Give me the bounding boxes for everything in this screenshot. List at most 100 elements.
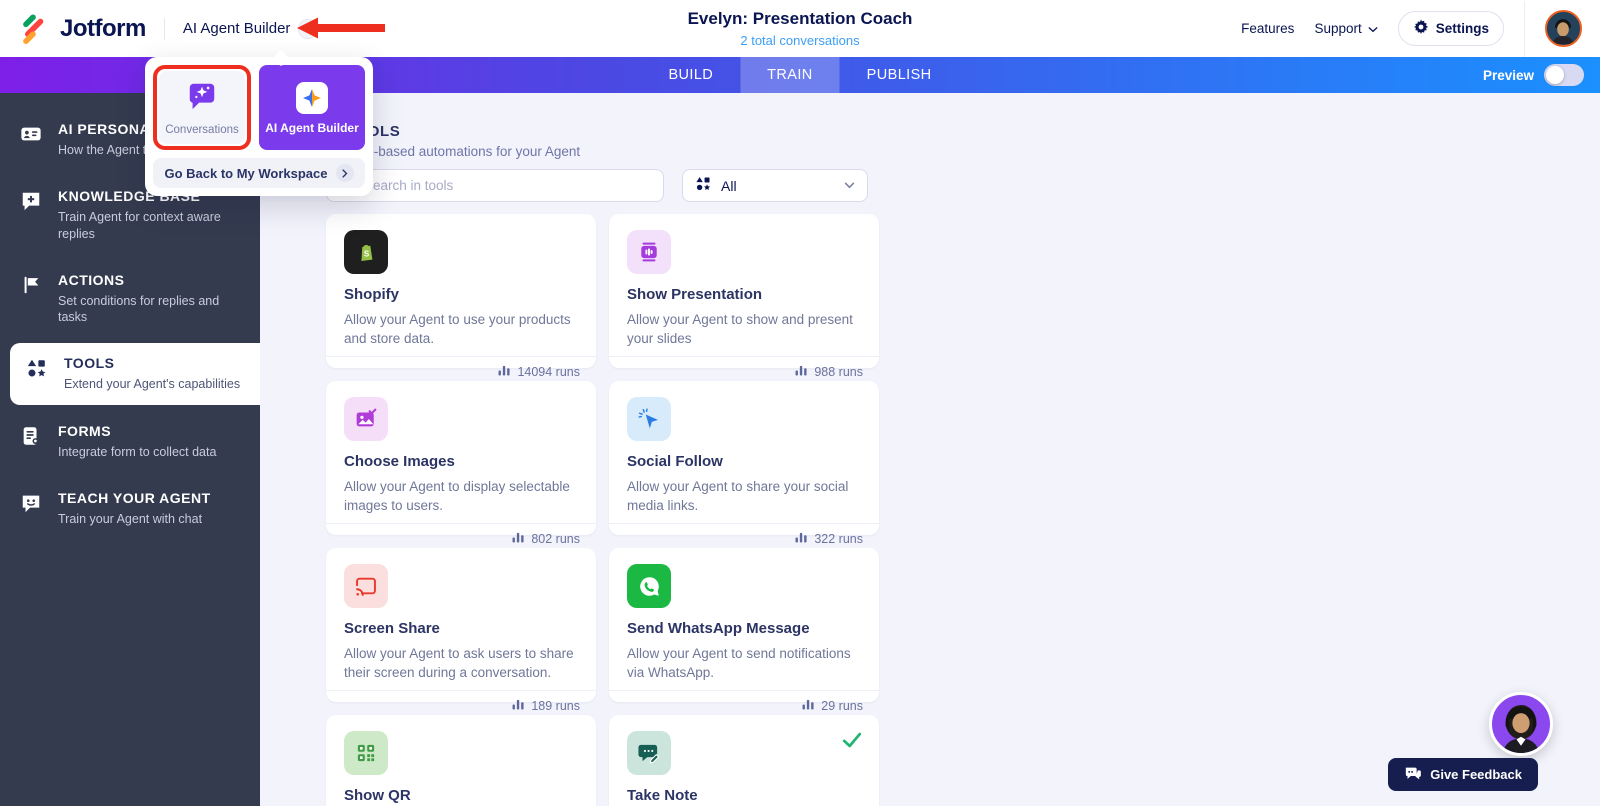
agent-title: Evelyn: Presentation Coach: [687, 9, 913, 28]
user-avatar[interactable]: [1545, 10, 1582, 47]
divider: [163, 17, 165, 40]
support-label: Support: [1314, 21, 1362, 36]
conversations-icon: [186, 80, 218, 117]
give-feedback-button[interactable]: Give Feedback: [1388, 758, 1538, 791]
feedback-chat-icon: [1404, 766, 1422, 784]
tool-card-shopify[interactable]: S Shopify Allow your Agent to use your pro…: [326, 214, 596, 379]
tool-card-desc: Allow your Agent to send notifications v…: [627, 646, 851, 681]
tool-card-title: Show Presentation: [627, 286, 763, 303]
svg-text:S: S: [363, 249, 369, 258]
chatface-icon: [20, 490, 44, 527]
tool-card-social-follow[interactable]: Social Follow Allow your Agent to share y…: [609, 381, 879, 546]
tab-train[interactable]: TRAIN: [740, 57, 840, 93]
gear-icon: [1413, 19, 1429, 38]
sidebar-item-title: ACTIONS: [58, 271, 125, 288]
go-back-label: Go Back to My Workspace: [164, 165, 328, 181]
ai-agent-builder-icon: [296, 81, 328, 114]
give-feedback-label: Give Feedback: [1430, 767, 1522, 782]
menu-item-conversations[interactable]: Conversations: [159, 71, 245, 144]
builder-tabs: BUILD TRAIN PUBLISH: [641, 57, 958, 93]
chatplus-icon: [20, 188, 44, 242]
tab-publish[interactable]: PUBLISH: [840, 57, 959, 93]
tool-card-desc: Allow your Agent to display selectable i…: [344, 479, 570, 514]
chevron-down-icon: [844, 182, 855, 189]
top-header: Jotform AI Agent Builder Evelyn: Present…: [0, 0, 1600, 57]
note-icon: [627, 731, 671, 775]
tool-card-desc: Allow your Agent to ask users to share t…: [344, 646, 574, 681]
tool-card-show-presentation[interactable]: Show Presentation Allow your Agent to sho…: [609, 214, 879, 379]
menu-item-ai-agent-builder[interactable]: AI Agent Builder: [259, 65, 365, 150]
tool-card-screen-share[interactable]: Screen Share Allow your Agent to ask user…: [326, 548, 596, 713]
tool-card-title: Take Note: [627, 787, 698, 804]
go-back-workspace-button[interactable]: Go Back to My Workspace: [153, 158, 365, 188]
settings-button[interactable]: Settings: [1397, 11, 1504, 46]
runs-count: 988 runs: [814, 365, 863, 380]
tab-build[interactable]: BUILD: [641, 57, 740, 93]
sidebar-item-forms[interactable]: FORMS Integrate form to collect data: [0, 411, 260, 472]
tool-card-title: Shopify: [344, 286, 399, 303]
filter-selected-value: All: [721, 177, 737, 194]
search-input[interactable]: [364, 178, 651, 193]
agent-avatar[interactable]: [1489, 692, 1553, 756]
presentation-icon: [627, 230, 671, 274]
tool-card-choose-images[interactable]: Choose Images Allow your Agent to display…: [326, 381, 596, 546]
sidebar-item-desc: Set conditions for replies and tasks: [58, 293, 220, 324]
tool-card-title: Send WhatsApp Message: [627, 620, 810, 637]
features-link[interactable]: Features: [1241, 21, 1294, 36]
annotation-red-arrow: [297, 16, 385, 45]
category-filter-dropdown[interactable]: All: [682, 169, 868, 202]
divider: [1524, 0, 1525, 57]
form-icon: [20, 423, 44, 460]
bar-chart-icon: [512, 699, 525, 713]
sidebar-item-title: TEACH YOUR AGENT: [58, 489, 211, 506]
tools-subheading: Rule-based automations for your Agent: [346, 144, 581, 159]
screencast-icon: [344, 564, 388, 608]
qr-icon: [344, 731, 388, 775]
jotform-logo-icon[interactable]: [18, 13, 48, 44]
tools-heading: TOOLS: [346, 123, 401, 140]
whatsapp-icon: [627, 564, 671, 608]
sidebar-item-teach-your-agent[interactable]: TEACH YOUR AGENT Train your Agent with ch…: [0, 478, 260, 539]
chevron-down-icon: [1368, 21, 1378, 36]
bar-chart-icon: [802, 699, 815, 713]
tool-card-show-qr[interactable]: Show QR: [326, 715, 596, 806]
sidebar-item-title: FORMS: [58, 422, 112, 439]
chevron-right-icon: [335, 164, 354, 182]
annotation-red-box: Conversations: [153, 65, 251, 150]
app-switcher-label: AI Agent Builder: [182, 20, 291, 37]
sidebar-item-actions[interactable]: ACTIONS Set conditions for replies and ta…: [0, 260, 260, 338]
tool-card-take-note[interactable]: Take Note: [609, 715, 879, 806]
runs-count: 29 runs: [821, 699, 863, 714]
runs-count: 322 runs: [814, 532, 863, 547]
sidebar-item-tools[interactable]: TOOLS Extend your Agent's capabilities: [10, 343, 260, 405]
app-switcher-dropdown: Conversations AI Agent Builder Go Back t…: [145, 49, 373, 196]
runs-count: 802 runs: [531, 532, 580, 547]
tool-card-send-whatsapp-message[interactable]: Send WhatsApp Message Allow your Agent to…: [609, 548, 879, 713]
preview-toggle[interactable]: [1544, 64, 1584, 86]
tool-card-title: Social Follow: [627, 453, 723, 470]
ai-agent-builder-label: AI Agent Builder: [265, 120, 359, 135]
toggle-knob: [1546, 66, 1564, 84]
sidebar-item-title: TOOLS: [64, 355, 115, 372]
bar-chart-icon: [512, 532, 525, 546]
shapes-icon: [26, 355, 50, 392]
search-box: [326, 169, 664, 202]
runs-count: 189 runs: [531, 699, 580, 714]
sidebar-item-desc: Extend your Agent's capabilities: [64, 377, 241, 392]
builder-sidebar: AI PERSONA How the Agent talks KNOWLEDGE B…: [0, 93, 260, 806]
tools-panel: TOOLS Rule-based automations for your Ag…: [260, 93, 1600, 806]
shapes-icon: [695, 175, 712, 197]
persona-icon: [20, 121, 44, 158]
tool-card-desc: Allow your Agent to share your social me…: [627, 479, 849, 514]
brand-name[interactable]: Jotform: [60, 15, 146, 43]
tool-card-desc: Allow your Agent to show and present you…: [627, 312, 853, 347]
enabled-check-icon: [841, 729, 863, 756]
tool-cards-grid: S Shopify Allow your Agent to use your pro…: [326, 214, 1600, 806]
bar-chart-icon: [795, 532, 808, 546]
support-menu[interactable]: Support: [1314, 21, 1378, 36]
flag-icon: [20, 272, 44, 326]
shopify-icon: S: [344, 230, 388, 274]
cursor-icon: [627, 397, 671, 441]
total-conversations-link[interactable]: 2 total conversations: [688, 33, 913, 48]
tool-card-title: Screen Share: [344, 620, 440, 637]
